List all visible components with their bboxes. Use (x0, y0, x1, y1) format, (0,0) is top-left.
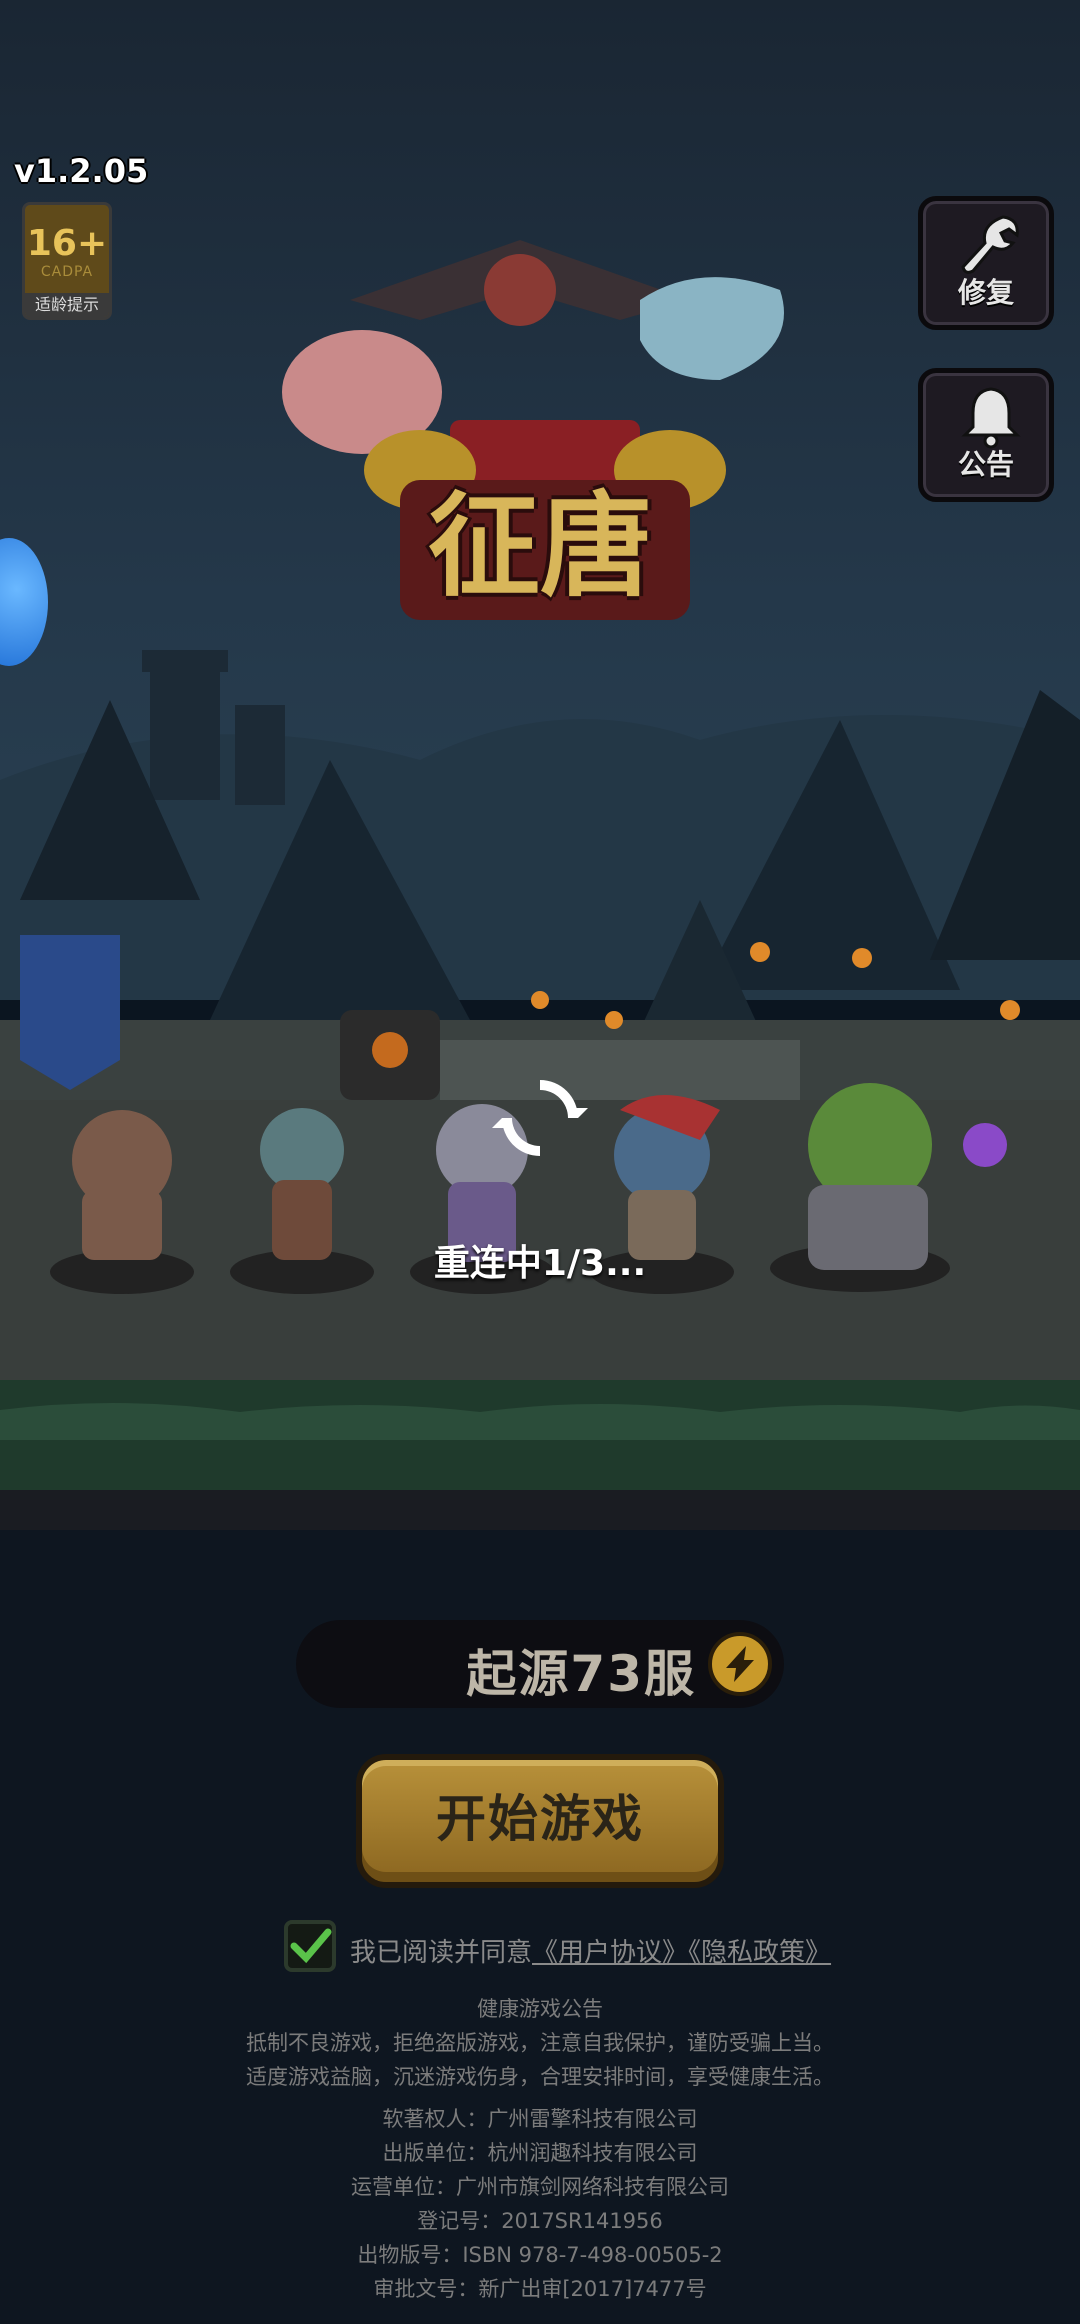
health-notice-title: 健康游戏公告 (477, 1997, 603, 2021)
registration-number: 登记号：2017SR141956 (417, 2209, 663, 2233)
isbn-number: 出物版号：ISBN 978-7-498-00505-2 (357, 2243, 723, 2267)
reconnect-status-text: 重连中1/3... (433, 1243, 647, 1284)
repair-button[interactable]: 修复 (918, 196, 1054, 330)
wrench-icon (961, 215, 1019, 274)
switch-server-icon[interactable] (706, 1630, 774, 1698)
agreement-text: 我已阅读并同意《用户协议》《隐私政策》 (350, 1932, 831, 1969)
copyright-holder: 软著权人：广州雷擎科技有限公司 (382, 2107, 698, 2131)
health-notice-line2: 适度游戏益脑，沉迷游戏伤身，合理安排时间，享受健康生活。 (246, 2065, 834, 2089)
server-name: 起源73服 (466, 1645, 696, 1703)
repair-label: 修复 (957, 276, 1014, 309)
notice-button[interactable]: 公告 (918, 368, 1054, 502)
operator: 运营单位：广州市旗剑网络科技有限公司 (351, 2175, 729, 2199)
privacy-policy-link[interactable]: 《隐私政策》 (688, 1938, 831, 1968)
reconnect-spinner-icon (492, 1080, 588, 1156)
notice-label: 公告 (957, 448, 1014, 481)
server-selector[interactable]: 起源73服 (296, 1620, 784, 1708)
user-agreement-link[interactable]: 《用户协议》 (532, 1938, 688, 1968)
game-title: 征唐 (428, 482, 652, 612)
publisher: 出版单位：杭州润趣科技有限公司 (382, 2141, 698, 2165)
version-label: v1.2.05 (14, 152, 149, 190)
checkmark-icon (290, 1928, 332, 1964)
agreement-checkbox[interactable] (284, 1920, 336, 1972)
approval-number: 审批文号：新广出审[2017]7477号 (373, 2277, 707, 2301)
age-rating-number: 16+ (26, 223, 108, 264)
health-notice-line1: 抵制不良游戏，拒绝盗版游戏，注意自我保护，谨防受骗上当。 (246, 2031, 834, 2055)
agreement-prefix: 我已阅读并同意 (350, 1938, 533, 1968)
age-rating-org: CADPA (40, 264, 94, 280)
start-game-button[interactable]: 开始游戏 (356, 1754, 724, 1888)
age-rating-badge[interactable]: 16+ CADPA 适龄提示 (22, 202, 112, 320)
agreement-row: 我已阅读并同意《用户协议》《隐私政策》 (284, 1920, 844, 1972)
bell-icon (961, 387, 1021, 449)
age-rating-tip: 适龄提示 (25, 293, 109, 317)
